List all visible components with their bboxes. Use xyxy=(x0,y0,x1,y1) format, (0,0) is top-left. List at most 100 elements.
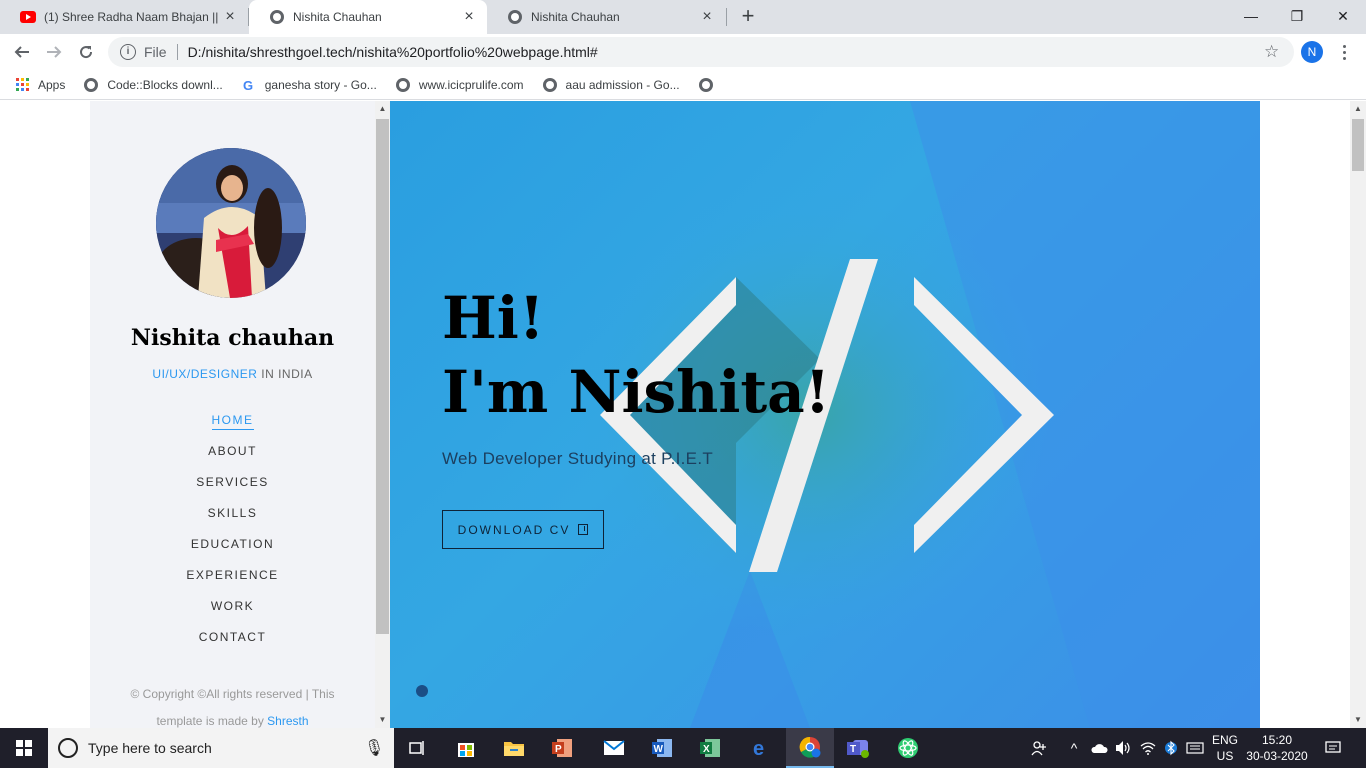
info-icon[interactable]: i xyxy=(120,44,136,60)
bookmark-untitled[interactable] xyxy=(698,77,722,93)
hero-subtitle: Web Developer Studying at P.I.E.T xyxy=(442,449,714,468)
back-button[interactable] xyxy=(8,38,36,66)
start-button[interactable] xyxy=(0,728,48,768)
taskbar-search[interactable]: Type here to search 🎙 xyxy=(48,728,394,768)
browser-toolbar: i File D:/nishita/shresthgoel.tech/nishi… xyxy=(0,34,1366,70)
nav-label: ABOUT xyxy=(208,444,257,458)
nav-label: EDUCATION xyxy=(190,537,275,551)
tab-title: Nishita Chauhan xyxy=(293,10,382,24)
cortana-icon xyxy=(58,738,78,758)
nav-item-services[interactable]: SERVICES xyxy=(90,471,375,502)
bookmark-label: www.icicprulife.com xyxy=(418,77,524,92)
bookmark-star-icon[interactable]: ☆ xyxy=(1264,42,1284,62)
windows-taskbar: Type here to search 🎙 P W X e T ^ ENG US… xyxy=(0,728,1366,768)
close-tab-icon[interactable]: × xyxy=(461,9,477,25)
store-icon[interactable] xyxy=(442,728,490,768)
author-link[interactable]: Shresth xyxy=(267,714,308,728)
youtube-icon xyxy=(20,9,36,25)
input-language[interactable]: ENG US xyxy=(1208,732,1242,764)
hero-headline: I'm Nishita! xyxy=(442,358,831,426)
role-title[interactable]: UI/UX/DESIGNER xyxy=(152,367,257,381)
restore-button[interactable]: ❐ xyxy=(1274,0,1320,32)
scrollbar-thumb[interactable] xyxy=(376,119,389,634)
nav-label: CONTACT xyxy=(198,630,267,644)
bookmark-codeblocks[interactable]: Code::Blocks downl... xyxy=(83,77,223,93)
keyboard-icon[interactable] xyxy=(1184,728,1206,768)
powerpoint-icon[interactable]: P xyxy=(538,728,586,768)
mail-icon[interactable] xyxy=(590,728,638,768)
bookmark-aau[interactable]: aau admission - Go... xyxy=(542,77,680,93)
chevron-up-icon[interactable]: ^ xyxy=(1064,728,1084,768)
scroll-up-icon[interactable]: ▲ xyxy=(1350,101,1366,117)
new-tab-button[interactable]: + xyxy=(736,5,760,29)
slider-dot[interactable] xyxy=(416,685,428,697)
nav-item-education[interactable]: EDUCATION xyxy=(90,533,375,564)
browser-menu-icon[interactable] xyxy=(1336,40,1352,64)
bookmark-label: ganesha story - Go... xyxy=(264,77,377,92)
address-bar[interactable]: i File D:/nishita/shresthgoel.tech/nishi… xyxy=(108,37,1294,67)
page-scrollbar[interactable]: ▲ ▼ xyxy=(1350,101,1366,728)
profile-avatar[interactable]: N xyxy=(1301,41,1323,63)
scrollbar-thumb[interactable] xyxy=(1352,119,1364,171)
wifi-icon[interactable] xyxy=(1138,728,1158,768)
back-arrow-icon xyxy=(14,46,29,58)
tab-youtube[interactable]: (1) Shree Radha Naam Bhajan || S × xyxy=(0,0,248,34)
search-placeholder: Type here to search xyxy=(88,740,212,756)
file-explorer-icon[interactable] xyxy=(490,728,538,768)
excel-icon[interactable]: X xyxy=(686,728,734,768)
microphone-icon[interactable]: 🎙 xyxy=(364,738,394,758)
bookmark-ganesha[interactable]: G ganesha story - Go... xyxy=(241,77,377,93)
bookmark-icicprulife[interactable]: www.icicprulife.com xyxy=(395,77,524,93)
atom-icon[interactable] xyxy=(884,728,932,768)
nav-item-home[interactable]: HOME xyxy=(90,409,375,440)
close-tab-icon[interactable]: × xyxy=(222,9,238,25)
button-label: DOWNLOAD CV xyxy=(457,522,571,537)
download-cv-button[interactable]: DOWNLOAD CV xyxy=(442,510,604,549)
volume-icon[interactable] xyxy=(1112,728,1134,768)
tab-title: Nishita Chauhan xyxy=(531,10,620,24)
copyright-text: © Copyright ©All rights reserved | This … xyxy=(110,681,355,728)
forward-arrow-icon xyxy=(47,46,62,58)
close-tab-icon[interactable]: × xyxy=(699,9,715,25)
teams-icon[interactable]: T xyxy=(834,728,882,768)
globe-icon xyxy=(507,9,523,25)
notifications-icon[interactable] xyxy=(1318,728,1348,768)
profile-name: Nishita chauhan xyxy=(130,325,335,351)
edge-icon[interactable]: e xyxy=(737,728,785,768)
task-view-icon[interactable] xyxy=(394,728,442,768)
bookmark-apps[interactable]: Apps xyxy=(14,77,65,93)
nav-label: WORK xyxy=(210,599,255,613)
scroll-down-icon[interactable]: ▼ xyxy=(1350,712,1366,728)
nav-item-skills[interactable]: SKILLS xyxy=(90,502,375,533)
nav-item-contact[interactable]: CONTACT xyxy=(90,626,375,657)
tab-nishita[interactable]: Nishita Chauhan × xyxy=(487,0,725,34)
forward-button[interactable] xyxy=(40,38,68,66)
sidebar-nav: HOME ABOUT SERVICES SKILLS EDUCATION EXP… xyxy=(90,409,375,657)
copyright-line: template is made by xyxy=(156,714,268,728)
word-icon[interactable]: W xyxy=(638,728,686,768)
close-window-button[interactable]: ✕ xyxy=(1320,0,1366,32)
scroll-down-icon[interactable]: ▼ xyxy=(375,712,390,728)
tab-separator xyxy=(726,8,727,26)
minimize-button[interactable]: — xyxy=(1228,0,1274,32)
nav-item-experience[interactable]: EXPERIENCE xyxy=(90,564,375,595)
nav-item-work[interactable]: WORK xyxy=(90,595,375,626)
bluetooth-icon[interactable] xyxy=(1162,728,1180,768)
reload-button[interactable] xyxy=(72,38,100,66)
sidebar-scrollbar[interactable]: ▲ ▼ xyxy=(375,101,390,728)
svg-text:X: X xyxy=(703,744,710,755)
chrome-icon[interactable] xyxy=(786,728,834,768)
windows-logo-icon xyxy=(16,740,32,756)
onedrive-icon[interactable] xyxy=(1088,728,1110,768)
hero-greeting: Hi! xyxy=(442,284,545,352)
system-clock[interactable]: 15:20 30-03-2020 xyxy=(1246,732,1308,764)
sidebar: Nishita chauhan UI/UX/DESIGNER IN INDIA … xyxy=(90,101,375,728)
globe-icon xyxy=(269,9,285,25)
scroll-up-icon[interactable]: ▲ xyxy=(375,101,390,117)
nav-item-about[interactable]: ABOUT xyxy=(90,440,375,471)
tab-nishita-active[interactable]: Nishita Chauhan × xyxy=(249,0,487,34)
url-scheme: File xyxy=(144,44,167,60)
svg-text:P: P xyxy=(555,744,562,755)
people-icon[interactable] xyxy=(1028,728,1050,768)
url-text[interactable]: D:/nishita/shresthgoel.tech/nishita%20po… xyxy=(188,44,1264,60)
